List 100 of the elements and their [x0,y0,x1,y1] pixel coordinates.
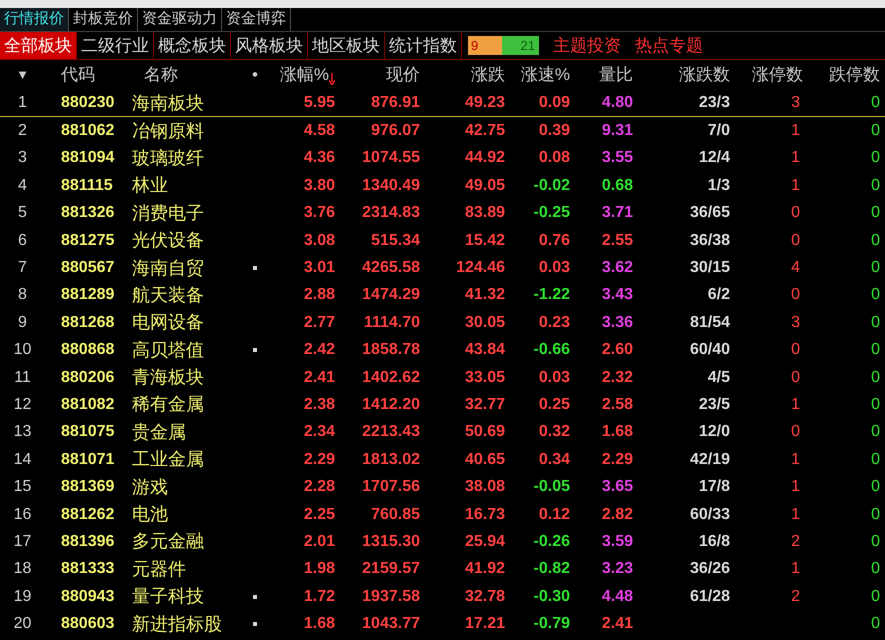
column-header[interactable]: 代码 [61,62,95,88]
table-row[interactable]: 2 881062 冶钢原料 4.58 976.07 42.75 0.39 9.31 7/0 1 0 [0,117,885,145]
advance-decline-cell-text: 30/15 [690,258,730,278]
change-cell-text: 15.42 [464,230,505,251]
speed-cell-text: 0.03 [538,368,570,388]
table-row[interactable]: 13 881075 贵金属 2.34 2213.43 50.69 0.32 1.68 12/0 0 0 [0,418,885,446]
limit-up-cell-text: 3 [791,312,800,333]
change-percent-cell-text: 3.01 [302,258,335,278]
name-cell-text: 量子科技 [131,585,205,608]
column-header[interactable]: 量比 [599,62,633,88]
code-cell-text: 881094 [60,148,116,168]
change-percent-cell-text: 2.34 [302,422,335,442]
table-row[interactable]: 1 880230 海南板块 5.95 876.91 49.23 0.09 4.80 23/3 3 0 [0,90,885,118]
change-cell-text: 41.32 [464,285,505,306]
table-row[interactable]: 16 881262 电池 2.25 760.85 16.73 0.12 2.82 60/33 1 0 [0,500,885,528]
top-tab[interactable]: 资金博弈 [222,8,291,31]
change-percent-cell-text: 5.95 [302,93,335,114]
row-number: 1 [17,93,28,114]
change-cell-text: 49.23 [464,93,505,114]
table-row[interactable]: 3 881094 玻璃玻纤 4.36 1074.55 44.92 0.08 3.55 12/4 1 0 [0,144,885,172]
limit-down-cell-text: 0 [870,586,880,607]
column-menu[interactable]: ▼ [16,65,29,85]
sector-tab[interactable]: 二级行业 [77,32,154,59]
limit-up-cell-text: 0 [791,285,800,306]
limit-up-cell-text: 2 [791,532,800,552]
table-row[interactable]: 18 881333 元器件 1.98 2159.57 41.92 -0.82 3.23 36/26 1 0 [0,556,885,584]
topic-link[interactable]: 主题投资 [553,32,621,58]
price-cell-text: 2159.57 [361,559,420,580]
advance-decline-cell-text: 36/38 [690,230,730,251]
column-header[interactable]: 名称 [144,62,178,88]
sector-tab[interactable]: 风格板块 [231,32,308,59]
sector-tab[interactable]: 地区板块 [308,32,385,59]
sector-tab[interactable]: 概念板块 [154,32,231,59]
table-row[interactable]: 6 881275 光伏设备 3.08 515.34 15.42 0.76 2.55 36/38 0 0 [0,226,885,254]
column-header[interactable]: 现价 [386,62,420,88]
column-header[interactable]: 涨停数 [752,62,803,88]
column-header[interactable]: 涨速% [520,62,570,88]
table-row[interactable]: 9 881268 电网设备 2.77 1114.70 30.05 0.23 3.36 81/54 3 0 [0,309,885,337]
code-cell-text: 881275 [60,230,116,251]
top-tab[interactable]: 资金驱动力 [138,8,222,31]
column-header[interactable]: 涨跌数 [679,62,730,88]
top-tab[interactable]: 行情报价 [0,8,69,31]
name-cell-text: 稀有金属 [131,393,205,416]
table-row[interactable]: 20 880603 新进指标股 1.68 1043.77 17.21 -0.79 2.41 0 [0,610,885,638]
speed-cell-text: 0.34 [538,450,570,470]
price-cell-text: 1707.56 [361,477,420,498]
limit-up-cell-text: 0 [791,368,800,388]
table-row[interactable]: 7 880567 海南自贸 3.01 4265.58 124.46 0.03 3.62 30/15 4 0 [0,254,885,282]
table-row[interactable]: 14 881071 工业金属 2.29 1813.02 40.65 0.34 2.29 42/19 1 0 [0,446,885,474]
change-percent-cell-text: 2.01 [302,532,335,552]
advance-decline-cell-text: 12/4 [698,148,730,168]
table-row[interactable]: 10 880868 高贝塔值 2.42 1858.78 43.84 -0.66 2.60 60/40 0 0 [0,336,885,364]
price-cell-text: 1043.77 [361,614,420,634]
name-cell-text: 玻璃玻纤 [131,146,205,170]
topic-link[interactable]: 热点专题 [635,32,703,58]
price-cell-text: 1937.58 [361,586,420,607]
change-cell-text: 124.46 [455,258,505,278]
table-row[interactable]: 19 880943 量子科技 1.72 1937.58 32.78 -0.30 4.48 61/28 2 0 [0,583,885,610]
change-cell-text: 41.92 [464,559,505,580]
limit-down-cell-text: 0 [870,285,880,306]
speed-cell-text: 0.08 [538,148,570,168]
row-number: 11 [13,368,32,388]
limit-down-cell-text: 0 [870,312,880,333]
change-cell-text: 50.69 [464,422,505,442]
volume-ratio-cell-text: 3.59 [602,532,633,552]
column-header[interactable]: 涨幅% [280,62,329,88]
volume-ratio-cell-text: 4.48 [602,586,633,607]
column-header[interactable]: 跌停数 [829,62,880,88]
volume-ratio-cell-text: 2.32 [602,368,633,388]
column-header[interactable]: 涨跌 [471,62,505,88]
column-header[interactable]: • [252,62,258,88]
table-row[interactable]: 8 881289 航天装备 2.88 1474.29 41.32 -1.22 3.43 6/2 0 0 [0,282,885,310]
volume-ratio-cell-text: 0.68 [602,176,633,196]
limit-down-cell-text: 0 [870,450,880,470]
volume-ratio-cell-text: 3.23 [602,559,633,580]
volume-ratio-cell-text: 1.68 [602,422,633,442]
table-row[interactable]: 5 881326 消费电子 3.76 2314.83 83.89 -0.25 3.71 36/65 0 0 [0,200,885,227]
sector-tab[interactable]: 统计指数 [385,32,462,59]
table-row[interactable]: 11 880206 青海板块 2.41 1402.62 33.05 0.03 2.32 4/5 0 0 [0,364,885,392]
code-cell-text: 880603 [60,614,116,634]
row-number: 18 [12,559,32,580]
limit-down-cell-text: 0 [870,258,880,278]
top-tab[interactable]: 封板竞价 [69,8,138,31]
table-row[interactable]: 17 881396 多元金融 2.01 1315.30 25.94 -0.26 3.59 16/8 2 0 [0,528,885,556]
volume-ratio-cell-text: 2.29 [602,450,633,470]
speed-cell-text: -0.26 [534,532,570,552]
advance-decline-cell-text: 7/0 [708,121,730,142]
name-cell-text: 青海板块 [131,366,205,390]
row-number: 15 [12,477,32,498]
speed-cell-text: -0.82 [534,559,570,580]
table-row[interactable]: 4 881115 林业 3.80 1340.49 49.05 -0.02 0.68 1/3 1 0 [0,172,885,200]
row-number: 13 [12,422,32,442]
volume-ratio-cell-text: 3.36 [602,312,633,333]
table-row[interactable]: 12 881082 稀有金属 2.38 1412.20 32.77 0.25 2.58 23/5 1 0 [0,391,885,419]
change-cell-text: 25.94 [464,532,505,552]
limit-up-cell-text: 2 [791,586,800,607]
sector-tab[interactable]: 全部板块 [0,32,77,59]
volume-ratio-cell-text: 3.43 [602,285,633,306]
table-row[interactable]: 15 881369 游戏 2.28 1707.56 38.08 -0.05 3.65 17/8 1 0 [0,473,885,501]
code-cell-text: 880567 [60,258,116,278]
